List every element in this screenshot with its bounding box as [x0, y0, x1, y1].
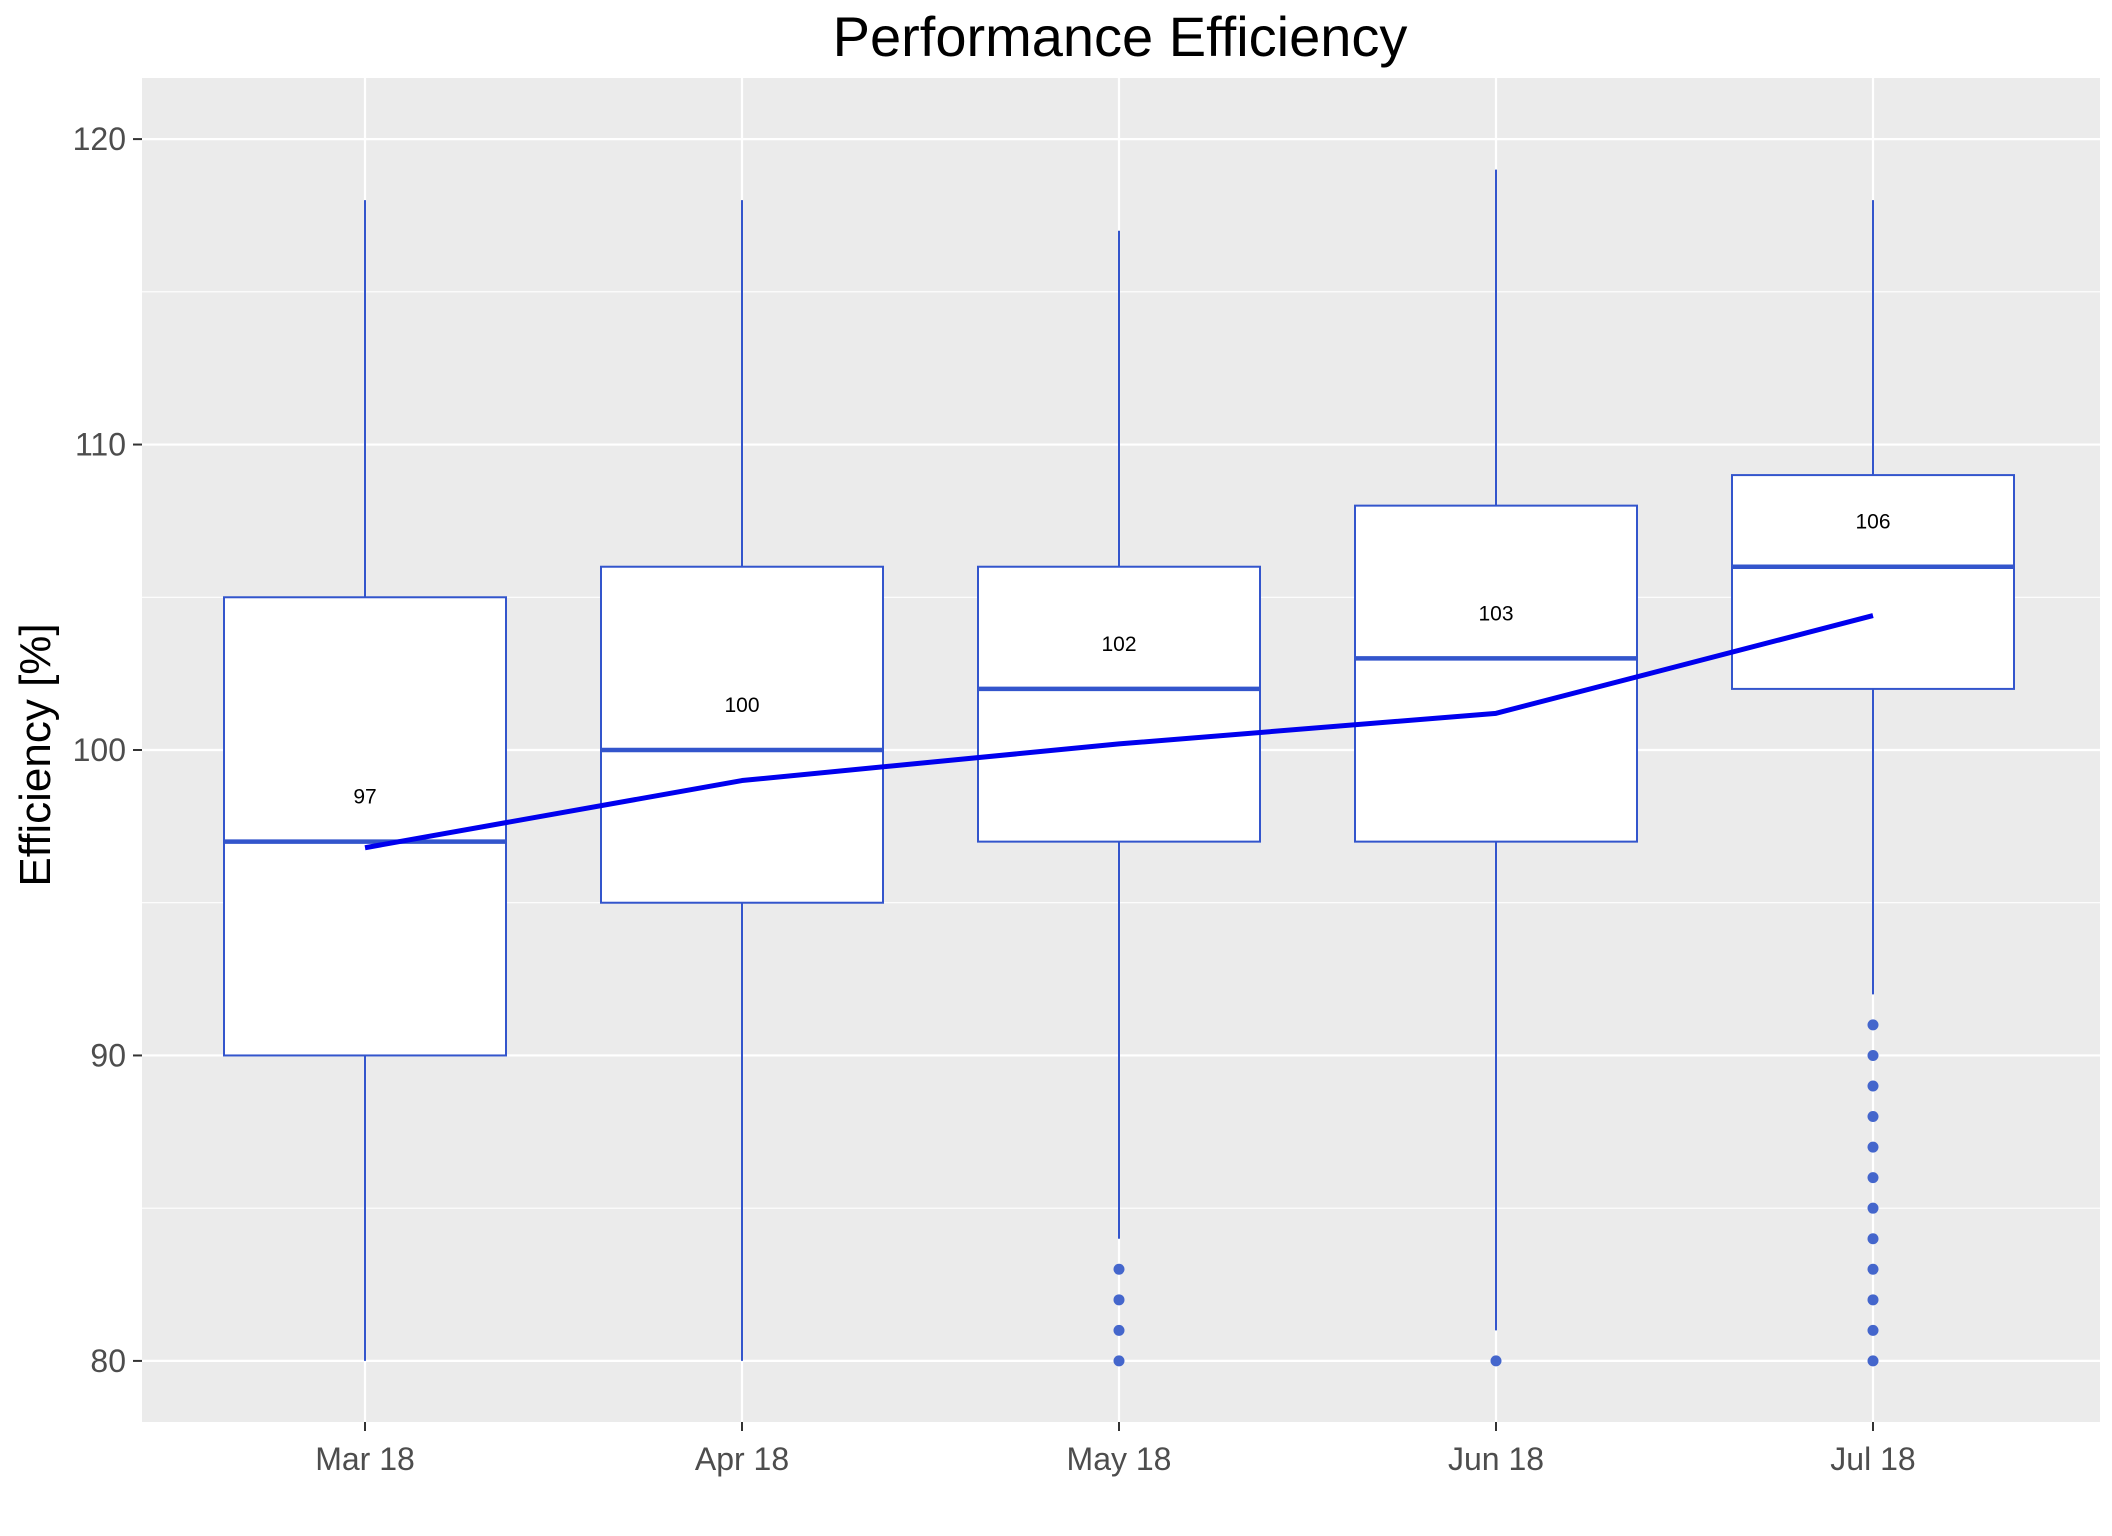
outlier-point: [1113, 1324, 1125, 1336]
outlier-point: [1867, 1049, 1879, 1061]
y-tick-label: 80: [90, 1343, 126, 1379]
outlier-point: [1113, 1294, 1125, 1306]
outlier-point: [1867, 1263, 1879, 1275]
boxplot-chart: 97 100 102 103 106 80 90 100 110 120 Mar 18 Apr 18…: [0, 0, 2112, 1536]
outlier-point: [1113, 1263, 1125, 1275]
outlier-point: [1867, 1111, 1879, 1123]
outlier-point: [1867, 1324, 1879, 1336]
y-tick-label: 120: [73, 121, 126, 157]
median-data-label: 100: [724, 694, 759, 717]
outlier-point: [1490, 1355, 1502, 1367]
box-iqr: [600, 565, 884, 904]
box-iqr: [1731, 474, 2015, 690]
outlier-point: [1867, 1172, 1879, 1184]
median-data-label: 103: [1478, 602, 1513, 625]
outlier-point: [1867, 1202, 1879, 1214]
box-iqr: [223, 596, 507, 1057]
outlier-point: [1867, 1141, 1879, 1153]
x-tick-label: Jul 18: [1830, 1441, 1915, 1477]
outlier-point: [1867, 1233, 1879, 1245]
median-data-label: 102: [1101, 633, 1136, 656]
chart-root: 97 100 102 103 106 80 90 100 110 120 Mar 18 Apr 18…: [0, 0, 2112, 1536]
outlier-point: [1867, 1019, 1879, 1031]
outlier-point: [1867, 1355, 1879, 1367]
y-tick-label: 90: [90, 1037, 126, 1073]
y-tick-label: 100: [73, 732, 126, 768]
outlier-point: [1867, 1294, 1879, 1306]
median-data-label: 106: [1855, 511, 1890, 534]
outlier-point: [1113, 1355, 1125, 1367]
box-iqr: [977, 565, 1261, 843]
x-tick-label: May 18: [1067, 1441, 1172, 1477]
x-tick-label: Jun 18: [1448, 1441, 1544, 1477]
chart-title: Performance Efficiency: [833, 5, 1408, 68]
y-axis-title: Efficiency [%]: [11, 623, 60, 886]
x-tick-label: Mar 18: [315, 1441, 415, 1477]
median-data-label: 97: [353, 786, 376, 809]
box-iqr: [1354, 504, 1638, 843]
y-tick-label: 110: [75, 427, 126, 463]
outlier-point: [1867, 1080, 1879, 1092]
x-tick-label: Apr 18: [695, 1441, 789, 1477]
